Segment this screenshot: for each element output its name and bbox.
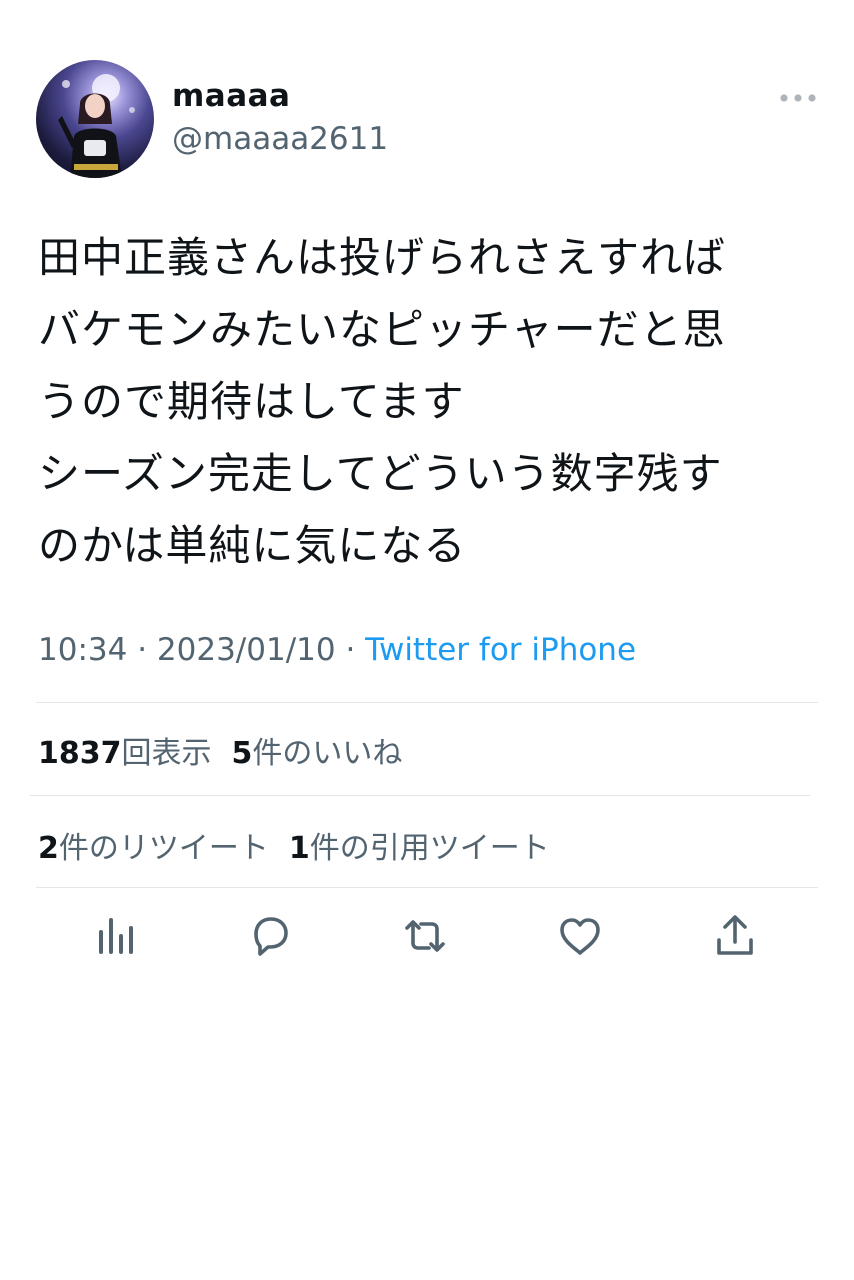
tweet-action-bar <box>0 912 854 966</box>
views-label: 回表示 <box>121 736 212 771</box>
meta-separator: · <box>127 632 157 668</box>
retweets-count: 2 <box>38 831 59 866</box>
quotes-label: 件の引用ツイート <box>309 831 550 866</box>
likes-stat[interactable]: 5件のいいね <box>232 736 403 771</box>
tweet-text: 田中正義さんは投げられさえすれば バケモンみたいなピッチャーだと思 うので期待は… <box>38 233 727 570</box>
avatar[interactable] <box>36 60 154 178</box>
likes-label: 件のいいね <box>252 736 403 771</box>
divider <box>30 795 810 796</box>
views-stat[interactable]: 1837回表示 <box>38 736 212 771</box>
stats-row-retweets-quotes: 2件のリツイート 1件の引用ツイート <box>38 823 550 867</box>
quotes-stat[interactable]: 1件の引用ツイート <box>289 831 550 866</box>
retweets-label: 件のリツイート <box>58 831 269 866</box>
views-count: 1837 <box>38 736 122 771</box>
divider <box>36 702 818 703</box>
share-icon[interactable] <box>711 912 759 960</box>
more-options-icon[interactable] <box>776 84 820 112</box>
avatar-image <box>58 74 135 178</box>
retweet-icon[interactable] <box>401 912 449 960</box>
display-name[interactable]: maaaa <box>172 78 290 114</box>
tweet-time[interactable]: 10:34 <box>38 632 127 668</box>
tweet-meta: 10:34 · 2023/01/10 · Twitter for iPhone <box>38 632 636 668</box>
user-handle[interactable]: @maaaa2611 <box>172 121 388 157</box>
tweet-date[interactable]: 2023/01/10 <box>157 632 336 668</box>
stats-row-views-likes: 1837回表示 5件のいいね <box>38 728 402 772</box>
analytics-icon[interactable] <box>92 912 140 960</box>
likes-count: 5 <box>231 736 253 771</box>
reply-icon[interactable] <box>246 912 294 960</box>
quotes-count: 1 <box>288 831 310 866</box>
like-icon[interactable] <box>556 912 604 960</box>
meta-separator: · <box>335 632 366 668</box>
retweets-stat[interactable]: 2件のリツイート <box>38 831 269 866</box>
tweet-source-link[interactable]: Twitter for iPhone <box>365 632 636 668</box>
divider <box>36 887 818 888</box>
